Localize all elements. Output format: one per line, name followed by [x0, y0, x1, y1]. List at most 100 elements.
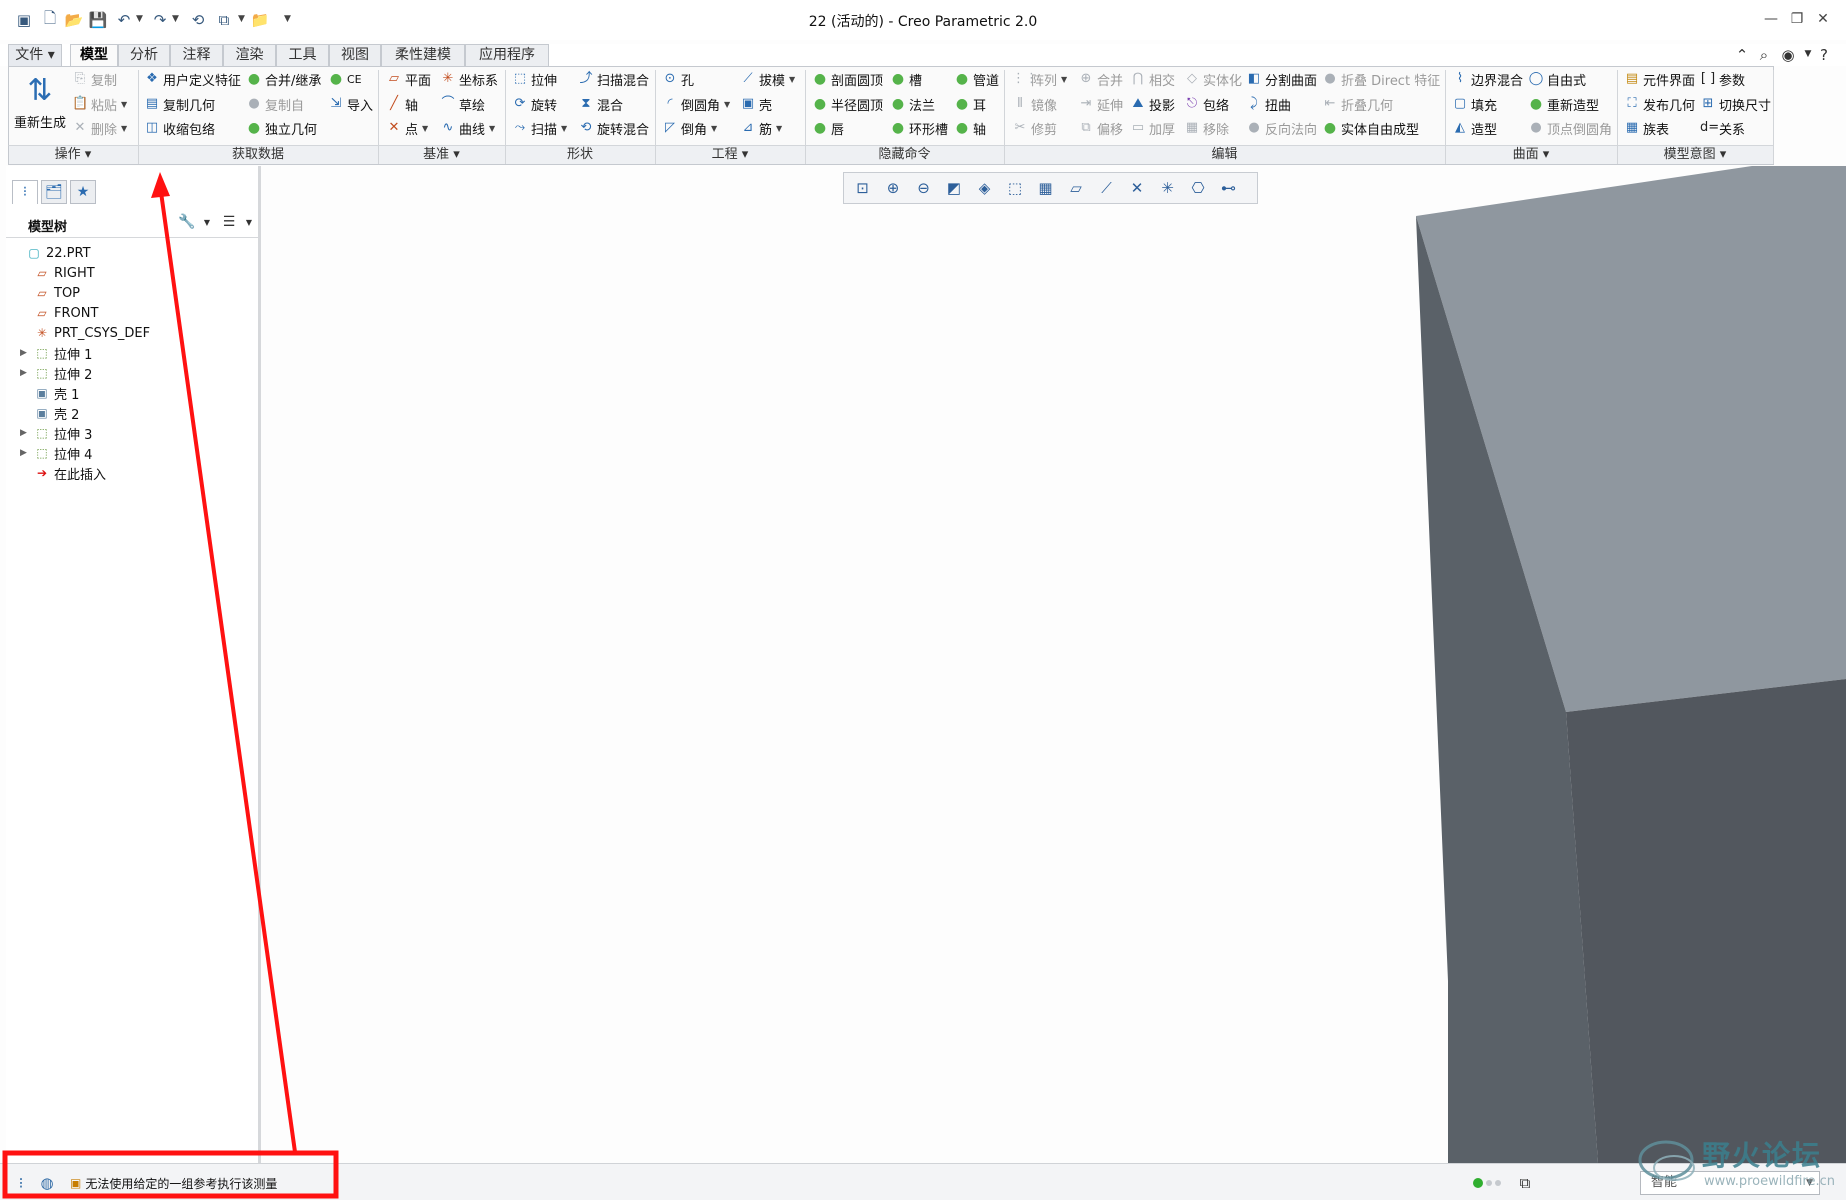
- toggle-browser-icon[interactable]: ◍: [36, 1172, 58, 1194]
- toroidal-bend-button[interactable]: ● 环形槽: [890, 118, 948, 138]
- point-display-icon[interactable]: ✕: [1123, 175, 1152, 201]
- tab-applications[interactable]: 应用程序: [465, 44, 549, 66]
- freeform-solid-button[interactable]: ● 实体自由成型: [1322, 118, 1419, 138]
- search-icon[interactable]: ⌕: [1754, 46, 1774, 64]
- tree-node[interactable]: ▱ RIGHT: [20, 264, 94, 282]
- relations-button[interactable]: d= 关系: [1700, 118, 1745, 138]
- import-button[interactable]: ⇲ 导入: [328, 94, 373, 114]
- folder-browser-tab-icon[interactable]: 🗂: [41, 180, 67, 204]
- hole-button[interactable]: ⊙ 孔: [662, 69, 694, 89]
- ear-button[interactable]: ● 耳: [954, 94, 986, 114]
- profile-dome-button[interactable]: ● 剖面圆顶: [812, 69, 883, 89]
- tree-node[interactable]: ▶ ⬚ 拉伸 4: [20, 444, 92, 463]
- switch-dimensions-button[interactable]: ⊞ 切换尺寸: [1700, 94, 1771, 114]
- tab-tools[interactable]: 工具: [276, 44, 329, 66]
- vertex-round-button[interactable]: ● 顶点倒圆角: [1528, 118, 1612, 138]
- paste-button[interactable]: 📋 粘贴 ▼: [72, 94, 127, 114]
- expand-arrow-icon[interactable]: ▶: [20, 368, 32, 378]
- reverse-normal-button[interactable]: ● 反向法向: [1246, 118, 1317, 138]
- group-model-intent[interactable]: 模型意图 ▾: [1617, 146, 1773, 164]
- expand-arrow-icon[interactable]: ▶: [20, 348, 32, 358]
- pipe-button[interactable]: ● 管道: [954, 69, 999, 89]
- extend-button[interactable]: ⇥ 延伸: [1078, 94, 1123, 114]
- plane-button[interactable]: ▱ 平面: [386, 69, 431, 89]
- zoom-out-icon[interactable]: ⊖: [909, 175, 938, 201]
- group-datum[interactable]: 基准 ▾: [378, 146, 505, 164]
- group-engineering[interactable]: 工程 ▾: [655, 146, 805, 164]
- tab-file[interactable]: 文件 ▾: [8, 44, 62, 66]
- draft-button[interactable]: ⟋ 拔模 ▼: [740, 69, 795, 89]
- tree-node[interactable]: ➔ 在此插入: [20, 464, 106, 483]
- repaint-icon[interactable]: ◩: [940, 175, 969, 201]
- expand-arrow-icon[interactable]: ▶: [20, 448, 32, 458]
- trim-button[interactable]: ✂ 修剪: [1012, 118, 1057, 138]
- tab-model[interactable]: 模型: [70, 44, 118, 67]
- minimize-icon[interactable]: —: [1760, 8, 1782, 30]
- fill-button[interactable]: ▢ 填充: [1452, 94, 1497, 114]
- maximize-icon[interactable]: ❐: [1786, 8, 1808, 30]
- favorites-tab-icon[interactable]: ★: [70, 180, 96, 204]
- tree-node[interactable]: ▶ ⬚ 拉伸 1: [20, 344, 92, 363]
- tab-analysis[interactable]: 分析: [118, 44, 170, 66]
- freestyle-button[interactable]: ◯ 自由式: [1528, 69, 1586, 89]
- tree-show-icon[interactable]: ☰: [218, 214, 240, 234]
- fold-geometry-button[interactable]: ⇤ 折叠几何: [1322, 94, 1393, 114]
- tab-render[interactable]: 渲染: [223, 44, 276, 66]
- find-icon[interactable]: ⧉: [1514, 1172, 1536, 1194]
- expand-arrow-icon[interactable]: ▶: [20, 428, 32, 438]
- pattern-button[interactable]: ⋮⋮ 阵列 ▼: [1012, 69, 1067, 89]
- axis-display-icon[interactable]: ⟋: [1092, 175, 1121, 201]
- tree-node[interactable]: ▱ FRONT: [20, 304, 98, 322]
- group-operations[interactable]: 操作 ▾: [8, 146, 138, 164]
- zoom-in-icon[interactable]: ⊕: [879, 175, 908, 201]
- annotation-display-icon[interactable]: ⎔: [1184, 175, 1213, 201]
- revolve-button[interactable]: ⟳ 旋转: [512, 94, 557, 114]
- view-manager-icon[interactable]: ▦: [1031, 175, 1060, 201]
- slot-button[interactable]: ● 槽: [890, 69, 922, 89]
- regenerate-button[interactable]: ⇅ 重新生成: [14, 70, 66, 140]
- flange-button[interactable]: ● 法兰: [890, 94, 935, 114]
- round-button[interactable]: ◜ 倒圆角 ▼: [662, 94, 730, 114]
- shrinkwrap-button[interactable]: ◫ 收缩包络: [144, 118, 215, 138]
- tree-node[interactable]: ▶ ⬚ 拉伸 3: [20, 424, 92, 443]
- refit-icon[interactable]: ⊡: [848, 175, 877, 201]
- component-interface-button[interactable]: ▤ 元件界面: [1624, 69, 1695, 89]
- axis-button[interactable]: ╱ 轴: [386, 94, 418, 114]
- intersect-button[interactable]: ⋂ 相交: [1130, 69, 1175, 89]
- project-button[interactable]: ⛰ 投影: [1130, 94, 1175, 114]
- toggle-navigator-icon[interactable]: ⁝: [10, 1172, 32, 1194]
- tree-node[interactable]: ▱ TOP: [20, 284, 80, 302]
- delete-button[interactable]: ✕ 删除 ▼: [72, 118, 128, 138]
- tree-node[interactable]: ▣ 壳 2: [20, 404, 79, 423]
- style-button[interactable]: ◭ 造型: [1452, 118, 1497, 138]
- point-button[interactable]: ✕ 点 ▼: [386, 118, 429, 138]
- tab-flexible-modeling[interactable]: 柔性建模: [381, 44, 465, 66]
- display-style-icon[interactable]: ◈: [970, 175, 999, 201]
- curve-button[interactable]: ∿ 曲线 ▼: [440, 118, 496, 138]
- group-surface[interactable]: 曲面 ▾: [1445, 146, 1617, 164]
- independent-geometry-button[interactable]: ● 独立几何: [246, 118, 317, 138]
- radius-dome-button[interactable]: ● 半径圆顶: [812, 94, 883, 114]
- tree-node[interactable]: ✳ PRT_CSYS_DEF: [20, 324, 150, 342]
- graphics-window[interactable]: [264, 152, 1846, 1163]
- sketch-button[interactable]: ⌒ 草绘: [440, 94, 485, 114]
- remove-button[interactable]: ▦ 移除: [1184, 118, 1229, 138]
- tree-show-dropdown-icon[interactable]: ▼: [238, 218, 260, 238]
- copy-geometry-button[interactable]: ▤ 复制几何: [144, 94, 215, 114]
- fold-direct-button[interactable]: ● 折叠 Direct 特征: [1322, 69, 1440, 89]
- shaft-button[interactable]: ● 轴: [954, 118, 986, 138]
- tree-node[interactable]: ▢ 22.PRT: [12, 244, 90, 262]
- chamfer-button[interactable]: ◸ 倒角 ▼: [662, 118, 717, 138]
- merge-inherit-button[interactable]: ● 合并/继承: [246, 69, 322, 89]
- plane-display-icon[interactable]: ▱: [1062, 175, 1091, 201]
- csys-button[interactable]: ✳ 坐标系: [440, 69, 498, 89]
- split-surface-button[interactable]: ◧ 分割曲面: [1246, 69, 1317, 89]
- udf-button[interactable]: ❖ 用户定义特征: [144, 69, 241, 89]
- tab-annotate[interactable]: 注释: [170, 44, 223, 66]
- wrap-button[interactable]: ⎋ 包络: [1184, 94, 1229, 114]
- minimize-ribbon-icon[interactable]: ⌃: [1732, 46, 1752, 64]
- rib-button[interactable]: ⊿ 筋 ▼: [740, 118, 783, 138]
- community-icon[interactable]: ◉: [1778, 46, 1798, 64]
- shell-button[interactable]: ▣ 壳: [740, 94, 772, 114]
- copy-button[interactable]: ⎘ 复制: [72, 69, 117, 89]
